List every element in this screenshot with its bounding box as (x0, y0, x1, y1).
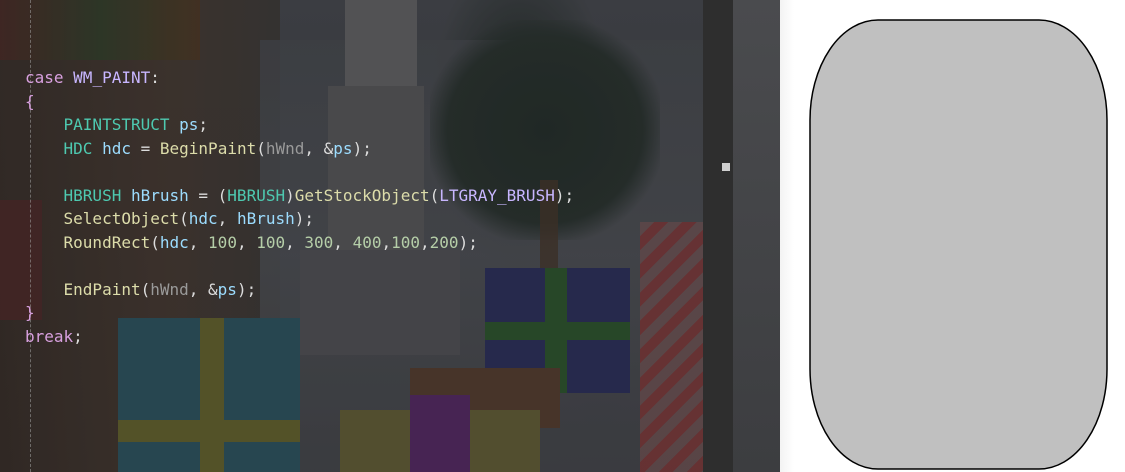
code-token: RoundRect (63, 232, 151, 252)
code-token: ; (73, 326, 83, 346)
code-token: ); (458, 232, 478, 252)
code-token: ps (333, 138, 353, 158)
code-token: ( (256, 138, 266, 158)
code-editor[interactable]: case WM_PAINT:{ PAINTSTRUCT ps; HDC hdc … (0, 0, 703, 472)
code-line[interactable] (25, 254, 574, 278)
code-token: , (381, 232, 392, 252)
code-line[interactable]: case WM_PAINT: (25, 66, 574, 90)
code-token: 200 (429, 232, 459, 252)
code-token: } (25, 303, 35, 322)
code-token: : (150, 68, 160, 87)
code-line[interactable]: PAINTSTRUCT ps; (25, 113, 574, 137)
code-token: ; (198, 115, 209, 134)
code-token: { (25, 91, 35, 111)
code-token: = (130, 138, 160, 158)
paint-canvas (809, 19, 1108, 470)
scrollbar-thumb[interactable] (722, 163, 730, 171)
code-token: case (25, 68, 74, 87)
code-token: break (25, 326, 74, 346)
code-token: ); (236, 279, 257, 299)
code-text-area[interactable]: case WM_PAINT:{ PAINTSTRUCT ps; HDC hdc … (25, 66, 574, 348)
output-window (780, 0, 1125, 472)
code-token: , & (188, 279, 218, 299)
code-token: hWnd (265, 138, 305, 158)
code-token: PAINTSTRUCT (63, 115, 170, 134)
code-token: , (217, 209, 237, 228)
code-token: WM_PAINT (73, 68, 151, 87)
code-line[interactable]: HDC hdc = BeginPaint(hWnd, &ps); (25, 137, 574, 161)
code-token: ( (429, 185, 440, 205)
code-line[interactable]: RoundRect(hdc, 100, 100, 300, 400,100,20… (25, 231, 574, 255)
code-token: ( (179, 209, 189, 228)
code-token: SelectObject (63, 209, 180, 228)
code-token: , (420, 232, 430, 252)
code-token: hBrush (130, 185, 189, 205)
code-token: ) (285, 185, 295, 205)
code-token: ); (352, 138, 372, 158)
code-token: ( (150, 232, 160, 252)
code-line[interactable]: } (25, 301, 574, 325)
code-token: 100 (256, 232, 286, 252)
code-token: hdc (159, 232, 189, 252)
code-token: HDC (63, 138, 93, 158)
code-token: 100 (208, 232, 237, 252)
code-token: hWnd (150, 279, 189, 299)
code-token: 100 (391, 232, 421, 252)
code-token: , (236, 232, 257, 252)
code-token: ); (294, 209, 314, 228)
code-token: , (285, 232, 305, 252)
code-token: BeginPaint (159, 138, 257, 158)
code-token: hBrush (236, 209, 295, 228)
code-token: 300 (304, 232, 334, 252)
code-token: ps (179, 115, 199, 134)
code-token: , (333, 232, 353, 252)
code-line[interactable] (25, 160, 574, 184)
code-token: GetStockObject (294, 185, 430, 205)
code-token: ( (140, 279, 151, 299)
code-token: hdc (188, 209, 218, 228)
code-token: EndPaint (63, 279, 141, 299)
code-line[interactable]: SelectObject(hdc, hBrush); (25, 207, 574, 231)
round-rect-shape (809, 19, 1108, 470)
code-token: = ( (188, 185, 228, 205)
code-token: HBRUSH (227, 185, 286, 205)
code-token: , & (304, 138, 334, 158)
code-line[interactable]: break; (25, 325, 574, 349)
code-line[interactable]: { (25, 90, 574, 114)
code-line[interactable]: HBRUSH hBrush = (HBRUSH)GetStockObject(L… (25, 184, 575, 208)
code-token: 400 (352, 232, 382, 252)
code-token: ps (217, 279, 237, 299)
code-token: hdc (102, 138, 131, 158)
code-token: , (188, 232, 209, 252)
code-line[interactable]: EndPaint(hWnd, &ps); (25, 278, 574, 302)
code-token: LTGRAY_BRUSH (439, 185, 555, 205)
code-token: HBRUSH (63, 185, 122, 205)
code-token: ); (554, 185, 575, 205)
background-strip (733, 0, 780, 472)
editor-scrollbar-track[interactable] (703, 0, 733, 472)
